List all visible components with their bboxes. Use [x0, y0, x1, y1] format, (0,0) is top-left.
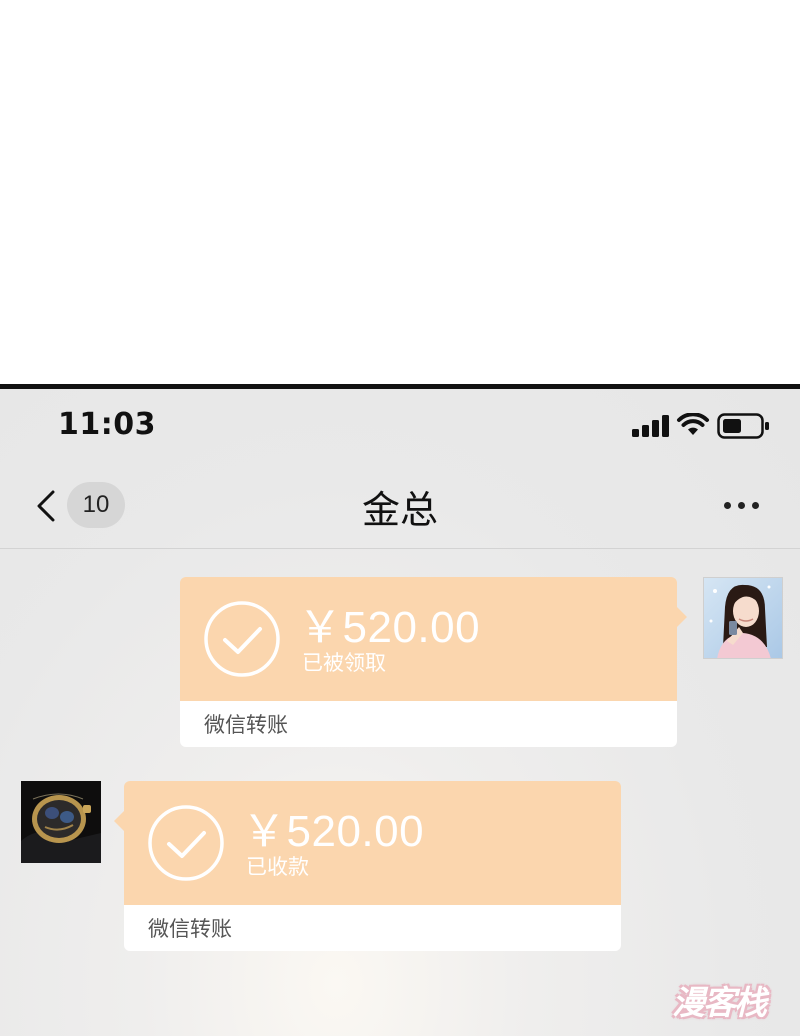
transfer-card-footer: 微信转账	[180, 701, 677, 747]
watermark-text: 漫客栈	[672, 983, 767, 1022]
woman-portrait-avatar[interactable]	[703, 577, 783, 659]
transfer-card-footer: 微信转账	[124, 905, 621, 951]
wristwatch-avatar[interactable]	[21, 781, 101, 863]
site-watermark: 漫客栈	[672, 976, 792, 1026]
transfer-label: 微信转账	[148, 917, 232, 941]
chat-screen: 11:03 10 金总 ￥520.00 已被领取 微信转账 ￥520.00 已收…	[0, 389, 800, 1036]
transfer-amount: ￥520.00	[242, 807, 425, 856]
chat-header: 10 金总	[0, 461, 800, 549]
bubble-tail	[114, 811, 124, 831]
status-time: 11:03	[58, 407, 156, 442]
chat-title: 金总	[361, 488, 438, 532]
more-dots-icon[interactable]	[720, 497, 762, 513]
transfer-message-received[interactable]: ￥520.00 已收款 微信转账	[114, 781, 621, 951]
check-circle-icon	[148, 805, 224, 881]
transfer-card-header: ￥520.00 已收款	[114, 781, 621, 905]
unread-count-badge[interactable]: 10	[67, 482, 125, 528]
transfer-status: 已被领取	[302, 651, 386, 675]
battery-icon	[717, 413, 769, 439]
check-circle-icon	[204, 601, 280, 677]
transfer-card-header: ￥520.00 已被领取	[180, 577, 687, 701]
cellular-signal-icon	[632, 415, 669, 437]
transfer-message-sent[interactable]: ￥520.00 已被领取 微信转账	[180, 577, 687, 747]
chevron-left-icon[interactable]	[34, 489, 58, 523]
wifi-icon	[677, 413, 709, 435]
status-bar: 11:03	[0, 389, 800, 461]
bubble-tail	[677, 607, 687, 627]
transfer-status: 已收款	[246, 855, 309, 879]
transfer-amount: ￥520.00	[298, 603, 481, 652]
transfer-label: 微信转账	[204, 713, 288, 737]
blank-top-panel	[0, 0, 800, 386]
